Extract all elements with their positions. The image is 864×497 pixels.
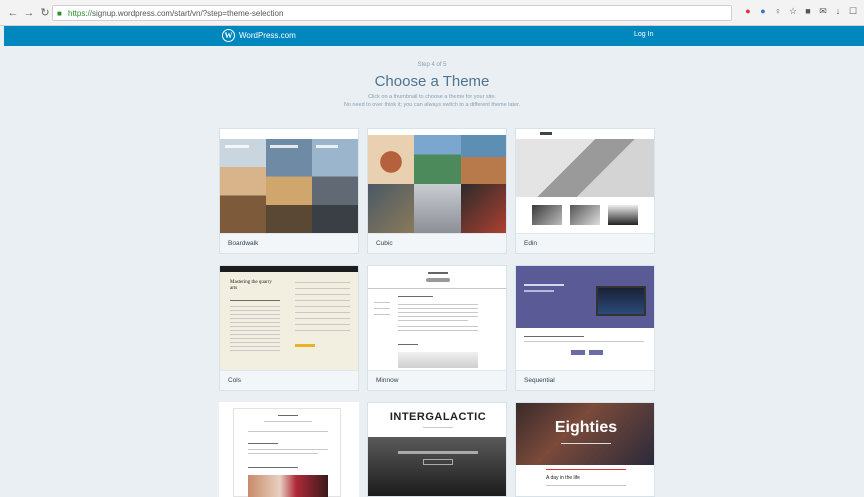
theme-card-intergalactic[interactable]: INTERGALACTIC [367,402,507,497]
reload-icon[interactable]: ↻ [38,6,52,20]
eighties-subtitle: A day in the life [546,475,580,481]
theme-thumbnail[interactable] [368,266,506,370]
extension-download-icon[interactable]: ↓ [833,6,843,16]
theme-name: Cols [220,370,358,390]
theme-card-cubic[interactable]: Cubic [367,128,507,254]
theme-thumbnail[interactable]: Eighties A day in the life [516,403,654,496]
extension-mail-icon[interactable]: ✉ [818,6,828,16]
step-indicator: Step 4 of 5 [417,62,447,68]
login-link[interactable]: Log In [634,31,653,38]
page-subtitle-1: Click on a thumbnail to choose a theme f… [367,94,497,100]
star-icon[interactable]: ☆ [788,6,798,16]
wordpress-icon: W [222,29,235,42]
menu-icon[interactable]: ☐ [848,6,858,16]
theme-thumbnail[interactable] [220,129,358,233]
theme-card-sequential[interactable]: Sequential [515,265,655,391]
lock-icon: ■ [57,9,62,18]
cols-heading: Mastering the quarry arts [230,280,272,291]
page-subtitle-2: No need to over think it; you can always… [343,102,521,108]
theme-thumbnail[interactable] [368,129,506,233]
theme-thumbnail[interactable]: INTERGALACTIC [368,403,506,496]
back-icon[interactable]: ← [6,6,20,20]
intergalactic-title: INTERGALACTIC [389,411,487,423]
theme-name: Minnow [368,370,506,390]
forward-icon[interactable]: → [22,6,36,20]
theme-thumbnail[interactable]: Mastering the quarry arts [220,266,358,370]
theme-card-edin[interactable]: Edin [515,128,655,254]
theme-thumbnail[interactable] [516,266,654,370]
extension-red-icon[interactable]: ● [743,6,753,16]
theme-card-eighties[interactable]: Eighties A day in the life [515,402,655,497]
extension-square-icon[interactable]: ■ [803,6,813,16]
theme-card-cols[interactable]: Mastering the quarry arts Cols [219,265,359,391]
browser-extensions: ● ● ♀ ☆ ■ ✉ ↓ ☐ [743,6,858,16]
theme-name: Edin [516,233,654,253]
eighties-title: Eighties [554,419,618,436]
page-title: Choose a Theme [374,73,490,90]
url-text: signup.wordpress.com/start/vn/?step=them… [92,8,284,18]
extension-icon[interactable]: ♀ [773,6,783,16]
theme-card-minnow[interactable]: Minnow [367,265,507,391]
brand-name: WordPress.com [239,31,296,40]
address-bar[interactable]: ■ https:// signup.wordpress.com/start/vn… [52,5,732,21]
url-scheme: https:// [68,8,93,18]
theme-thumbnail[interactable] [516,129,654,233]
theme-card-boardwalk[interactable]: Boardwalk [219,128,359,254]
masthead: W WordPress.com Log In [4,26,864,46]
theme-card-7[interactable] [219,402,359,497]
theme-name: Cubic [368,233,506,253]
theme-thumbnail[interactable] [233,408,341,497]
wordpress-logo[interactable]: W WordPress.com [222,29,296,42]
extension-blue-icon[interactable]: ● [758,6,768,16]
theme-name: Boardwalk [220,233,358,253]
theme-name: Sequential [516,370,654,390]
